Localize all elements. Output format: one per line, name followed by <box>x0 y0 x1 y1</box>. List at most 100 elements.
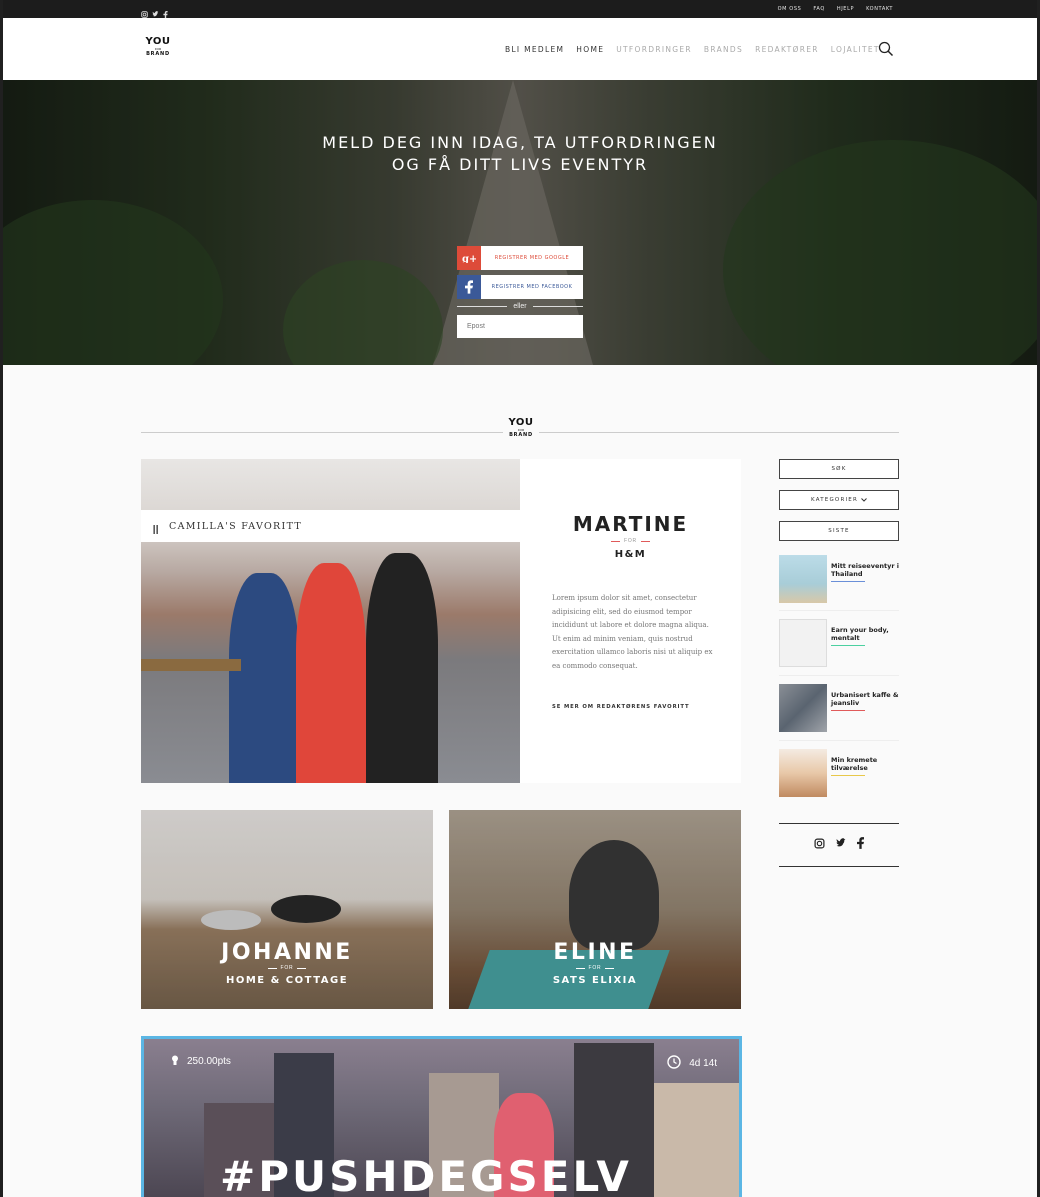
nav-lojalitet[interactable]: LOJALITET <box>831 45 880 54</box>
card-brand: HOME & COTTAGE <box>225 975 349 986</box>
card-for-text: FOR <box>588 965 602 971</box>
post-thumbnail <box>779 555 827 603</box>
sidebar-post[interactable]: Mitt reiseeventyr i Thailand <box>779 555 899 603</box>
featured-name: MARTINE <box>572 512 689 536</box>
editor-card-eline[interactable]: ELINE FOR SATS ELIXIA <box>449 810 741 1009</box>
twitter-icon[interactable] <box>152 5 159 17</box>
nav-utfordringer[interactable]: UTFORDRINGER <box>616 45 692 54</box>
top-link-faq[interactable]: FAQ <box>813 6 825 12</box>
sidebar-categories-button[interactable]: KATEGORIER <box>779 490 899 510</box>
email-field[interactable] <box>457 315 583 338</box>
card-brand: SATS ELIXIA <box>552 975 638 986</box>
post-divider <box>779 675 899 676</box>
featured-card[interactable]: CAMILLA'S FAVORITT MARTINE FOR H&M Lorem… <box>141 459 741 783</box>
featured-text: Lorem ipsum dolor sit amet, consectetur … <box>552 594 713 670</box>
twitter-icon[interactable] <box>835 836 847 854</box>
featured-more-link[interactable]: SE MER OM REDAKTØRENS FAVORITT <box>552 704 690 710</box>
top-bar: OM OSS FAQ HJELP KONTAKT <box>3 0 1037 18</box>
featured-image <box>141 459 520 783</box>
medal-icon <box>172 1055 178 1065</box>
card-name: ELINE <box>553 940 637 965</box>
top-social <box>141 5 170 18</box>
post-title: Earn your body, mentalt <box>831 626 889 642</box>
register-google-label: REGISTRER MED GOOGLE <box>494 255 570 261</box>
challenge-points-value: 250.00pts <box>187 1056 231 1067</box>
post-divider <box>779 740 899 741</box>
person-shape <box>296 563 366 783</box>
featured-for: FOR <box>520 538 741 544</box>
sidebar-social <box>779 823 899 867</box>
facebook-icon[interactable] <box>163 5 170 18</box>
cutlery-icon <box>153 521 159 534</box>
challenge-time: 4d 14t <box>667 1055 717 1069</box>
svg-text:g+: g+ <box>462 254 476 263</box>
featured-brand: H&M <box>614 549 647 560</box>
nav-redaktorer[interactable]: REDAKTØRER <box>755 45 819 54</box>
header: YOU FOR BRAND BLI MEDLEM HOME UTFORDRING… <box>3 18 1037 80</box>
logo-line3: BRAND <box>146 51 170 57</box>
sidebar-categories-label: KATEGORIER <box>810 497 858 503</box>
facebook-icon[interactable] <box>857 836 864 854</box>
fence-shape <box>141 659 241 671</box>
google-plus-icon: g+ <box>457 246 481 270</box>
card-name: JOHANNE <box>221 940 353 965</box>
hero-title-line2: OG FÅ DITT LIVS EVENTYR <box>391 155 649 174</box>
search-icon[interactable] <box>878 41 894 57</box>
instagram-icon[interactable] <box>814 836 825 854</box>
or-text: eller <box>513 302 527 310</box>
post-accent-line <box>831 645 865 646</box>
building-shape <box>654 1083 739 1197</box>
top-link-kontakt[interactable]: KONTAKT <box>866 6 893 12</box>
sidebar-post[interactable]: Urbanisert kaffe & jeansliv <box>779 684 899 732</box>
facebook-icon <box>457 275 481 299</box>
register-facebook-label: REGISTRER MED FACEBOOK <box>491 284 573 290</box>
section-logo: YOU FOR BRAND <box>503 418 539 438</box>
person-shape <box>229 573 299 783</box>
logo-line1: YOU <box>145 36 171 47</box>
main-nav: BLI MEDLEM HOME UTFORDRINGER BRANDS REDA… <box>505 45 880 54</box>
register-google-button[interactable]: g+ REGISTRER MED GOOGLE <box>457 246 583 270</box>
card-for: FOR <box>141 965 433 971</box>
hero-title-line1: MELD DEG INN IDAG, TA UTFORDRINGEN <box>322 133 718 152</box>
post-thumbnail <box>779 619 827 667</box>
post-title: Urbanisert kaffe & jeansliv <box>831 691 899 707</box>
post-title: Mitt reiseeventyr i Thailand <box>831 562 900 578</box>
card-for: FOR <box>449 965 741 971</box>
top-link-om-oss[interactable]: OM OSS <box>778 6 802 12</box>
challenge-hashtag: #PUSHDEGSELV <box>220 1152 632 1197</box>
challenge-time-value: 4d 14t <box>689 1058 717 1069</box>
editor-card-johanne[interactable]: JOHANNE FOR HOME & COTTAGE <box>141 810 433 1009</box>
post-accent-line <box>831 581 865 582</box>
challenge-points: 250.00pts <box>171 1055 231 1067</box>
clock-icon <box>667 1055 681 1069</box>
card-for-text: FOR <box>280 965 294 971</box>
favorite-label: CAMILLA'S FAVORITT <box>169 521 303 532</box>
page: OM OSS FAQ HJELP KONTAKT YOU FOR BRAND B… <box>3 0 1037 1197</box>
top-link-hjelp[interactable]: HJELP <box>837 6 854 12</box>
post-thumbnail <box>779 749 827 797</box>
hero-banner: MELD DEG INN IDAG, TA UTFORDRINGEN OG FÅ… <box>3 80 1037 365</box>
register-facebook-button[interactable]: REGISTRER MED FACEBOOK <box>457 275 583 299</box>
sidebar-post[interactable]: Earn your body, mentalt <box>779 619 899 667</box>
sidebar-search-button[interactable]: SØK <box>779 459 899 479</box>
top-links: OM OSS FAQ HJELP KONTAKT <box>778 6 893 12</box>
post-accent-line <box>831 710 865 711</box>
post-title: Min kremete tilværelse <box>831 756 878 772</box>
person-shape <box>366 553 438 783</box>
challenge-card[interactable]: 250.00pts 4d 14t #PUSHDEGSELV <box>141 1036 742 1197</box>
sidebar-post[interactable]: Min kremete tilværelse <box>779 749 899 797</box>
hero-title: MELD DEG INN IDAG, TA UTFORDRINGEN OG FÅ… <box>3 132 1037 176</box>
site-logo[interactable]: YOU FOR BRAND <box>141 37 175 57</box>
post-accent-line <box>831 775 865 776</box>
or-divider: eller <box>457 301 584 311</box>
nav-bli-medlem[interactable]: BLI MEDLEM <box>505 45 564 54</box>
nav-brands[interactable]: BRANDS <box>704 45 743 54</box>
section-logo-line1: YOU <box>508 417 534 428</box>
nav-home[interactable]: HOME <box>576 45 604 54</box>
post-divider <box>779 610 899 611</box>
chevron-down-icon <box>861 498 867 502</box>
instagram-icon[interactable] <box>141 5 148 18</box>
post-thumbnail <box>779 684 827 732</box>
featured-for-text: FOR <box>624 538 637 544</box>
sidebar-latest-button[interactable]: SISTE <box>779 521 899 541</box>
